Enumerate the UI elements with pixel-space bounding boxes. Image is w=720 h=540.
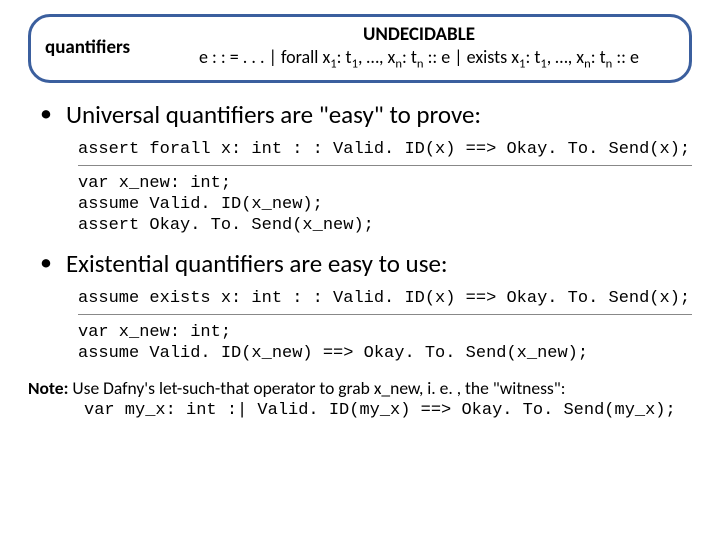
note-code: var my_x: int :| Valid. ID(my_x) ==> Oka… — [28, 400, 692, 422]
code-forall-expand: var x_new: int; assume Valid. ID(x_new);… — [78, 170, 692, 242]
bullet-universal: Universal quantifiers are "easy" to prov… — [40, 99, 692, 130]
code-exists-expand: var x_new: int; assume Valid. ID(x_new) … — [78, 319, 692, 370]
grammar-line: e : : = . . . | forall x1: t1, …, xn: tn… — [199, 46, 639, 68]
header-label: quantifiers — [45, 36, 163, 59]
header-box: quantifiers UNDECIDABLE e : : = . . . | … — [28, 14, 692, 83]
header-right: UNDECIDABLE e : : = . . . | forall x1: t… — [163, 23, 675, 72]
bullet-text: Universal quantifiers are "easy" to prov… — [66, 99, 481, 130]
note-text: Use Dafny's let-such-that operator to gr… — [68, 377, 565, 399]
undecidable-label: UNDECIDABLE — [163, 23, 675, 46]
bullet-list-2: Existential quantifiers are easy to use: — [28, 248, 692, 279]
code-forall-assert: assert forall x: int : : Valid. ID(x) ==… — [78, 136, 692, 166]
bullet-existential: Existential quantifiers are easy to use: — [40, 248, 692, 279]
bullet-list: Universal quantifiers are "easy" to prov… — [28, 99, 692, 130]
code-exists-assume: assume exists x: int : : Valid. ID(x) ==… — [78, 285, 692, 315]
note-lead: Note: — [28, 377, 68, 399]
note-block: Note: Use Dafny's let-such-that operator… — [28, 377, 692, 422]
bullet-text: Existential quantifiers are easy to use: — [66, 248, 448, 279]
